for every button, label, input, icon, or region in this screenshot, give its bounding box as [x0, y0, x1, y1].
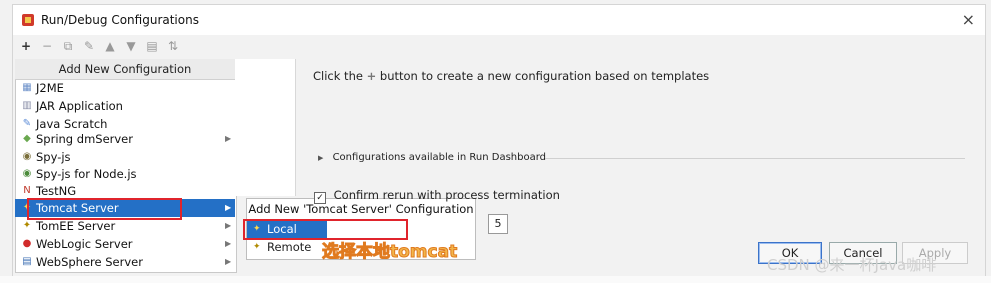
separator-line: [545, 158, 965, 159]
tomee-icon: ✦: [22, 220, 32, 231]
config-tree-edge: [235, 59, 296, 196]
close-icon[interactable]: ×: [962, 10, 975, 29]
bottom-strip: [0, 276, 991, 283]
websphere-icon: ▤: [22, 256, 32, 267]
add-new-configuration-header: Add New Configuration: [15, 59, 235, 80]
remove-icon[interactable]: −: [38, 37, 56, 55]
sort-icon[interactable]: ⇅: [164, 37, 182, 55]
confirm-rerun-option[interactable]: ✓ Confirm rerun with process termination: [314, 188, 560, 204]
spring-icon: ◆: [23, 133, 31, 144]
tomcat-remote-item[interactable]: ✦ Remote: [247, 238, 327, 256]
submenu-arrow-icon: ▶: [225, 239, 232, 248]
plus-icon: +: [366, 69, 377, 83]
config-type-j2me[interactable]: ▦ J2ME: [15, 79, 235, 97]
hint-text-before: Click the: [313, 69, 363, 83]
java-scratch-icon: ✎: [22, 118, 32, 129]
expand-arrow-icon[interactable]: ▶: [318, 154, 323, 162]
confirm-rerun-label: Confirm rerun with process termination: [333, 188, 560, 202]
run-dashboard-row[interactable]: ▶ Configurations available in Run Dashbo…: [318, 152, 546, 163]
config-type-weblogic-server[interactable]: ● WebLogic Server ▶: [15, 235, 235, 253]
config-type-label: JAR Application: [36, 99, 123, 113]
config-type-label: WebSphere Server: [36, 255, 143, 269]
title-bar: Run/Debug Configurations ×: [13, 5, 985, 35]
submenu-arrow-icon: ▶: [225, 257, 232, 266]
hint-text-after: button to create a new configuration bas…: [379, 69, 710, 83]
copy-icon[interactable]: ⧉: [59, 37, 77, 55]
edit-icon[interactable]: ✎: [80, 37, 98, 55]
config-type-label: WebLogic Server: [36, 237, 133, 251]
j2me-icon: ▦: [22, 82, 32, 93]
move-up-icon[interactable]: ▲: [101, 37, 119, 55]
add-icon[interactable]: +: [17, 37, 35, 55]
empty-hint: Click the + button to create a new confi…: [313, 69, 709, 83]
config-type-websphere-server[interactable]: ▤ WebSphere Server ▶: [15, 253, 235, 271]
weblogic-icon: ●: [22, 238, 32, 249]
config-type-spy-js[interactable]: ◉ Spy-js: [15, 148, 235, 166]
select-local-annotation: 选择本地tomcat: [321, 242, 458, 263]
spyjs-icon: ◉: [22, 151, 32, 162]
spyjs-node-icon: ◉: [22, 168, 32, 179]
submenu-arrow-icon: ▶: [225, 221, 232, 230]
jar-icon: ▥: [22, 100, 32, 111]
config-type-spy-js-for-node-js[interactable]: ◉ Spy-js for Node.js: [15, 165, 235, 183]
tomcat-option-label: Remote: [267, 240, 312, 254]
csdn-watermark: CSDN @来一杯Java咖啡: [767, 256, 937, 274]
tomcat-highlight-box: [27, 198, 182, 220]
tomcat-remote-icon: ✦: [253, 242, 261, 252]
config-toolbar: + − ⧉ ✎ ▲ ▼ ▤ ⇅: [0, 37, 240, 55]
folder-icon[interactable]: ▤: [143, 37, 161, 55]
submenu-arrow-icon: ▶: [225, 203, 232, 212]
move-down-icon[interactable]: ▼: [122, 37, 140, 55]
window-title: Run/Debug Configurations: [41, 13, 199, 27]
run-dashboard-label: Configurations available in Run Dashboar…: [332, 152, 547, 163]
limit-field[interactable]: 5: [488, 214, 508, 234]
config-type-jar-application[interactable]: ▥ JAR Application: [15, 97, 235, 115]
config-type-label: J2ME: [36, 81, 64, 95]
config-type-label: Spring dmServer: [36, 132, 133, 146]
intellij-app-icon: [22, 14, 34, 26]
testng-icon: N: [23, 185, 31, 196]
confirm-rerun-checkbox[interactable]: ✓: [314, 192, 326, 204]
config-type-spring-dmserver[interactable]: ◆ Spring dmServer ▶: [15, 130, 235, 148]
config-type-label: Spy-js: [36, 150, 71, 164]
submenu-arrow-icon: ▶: [225, 134, 232, 143]
config-type-label: Spy-js for Node.js: [36, 167, 137, 181]
